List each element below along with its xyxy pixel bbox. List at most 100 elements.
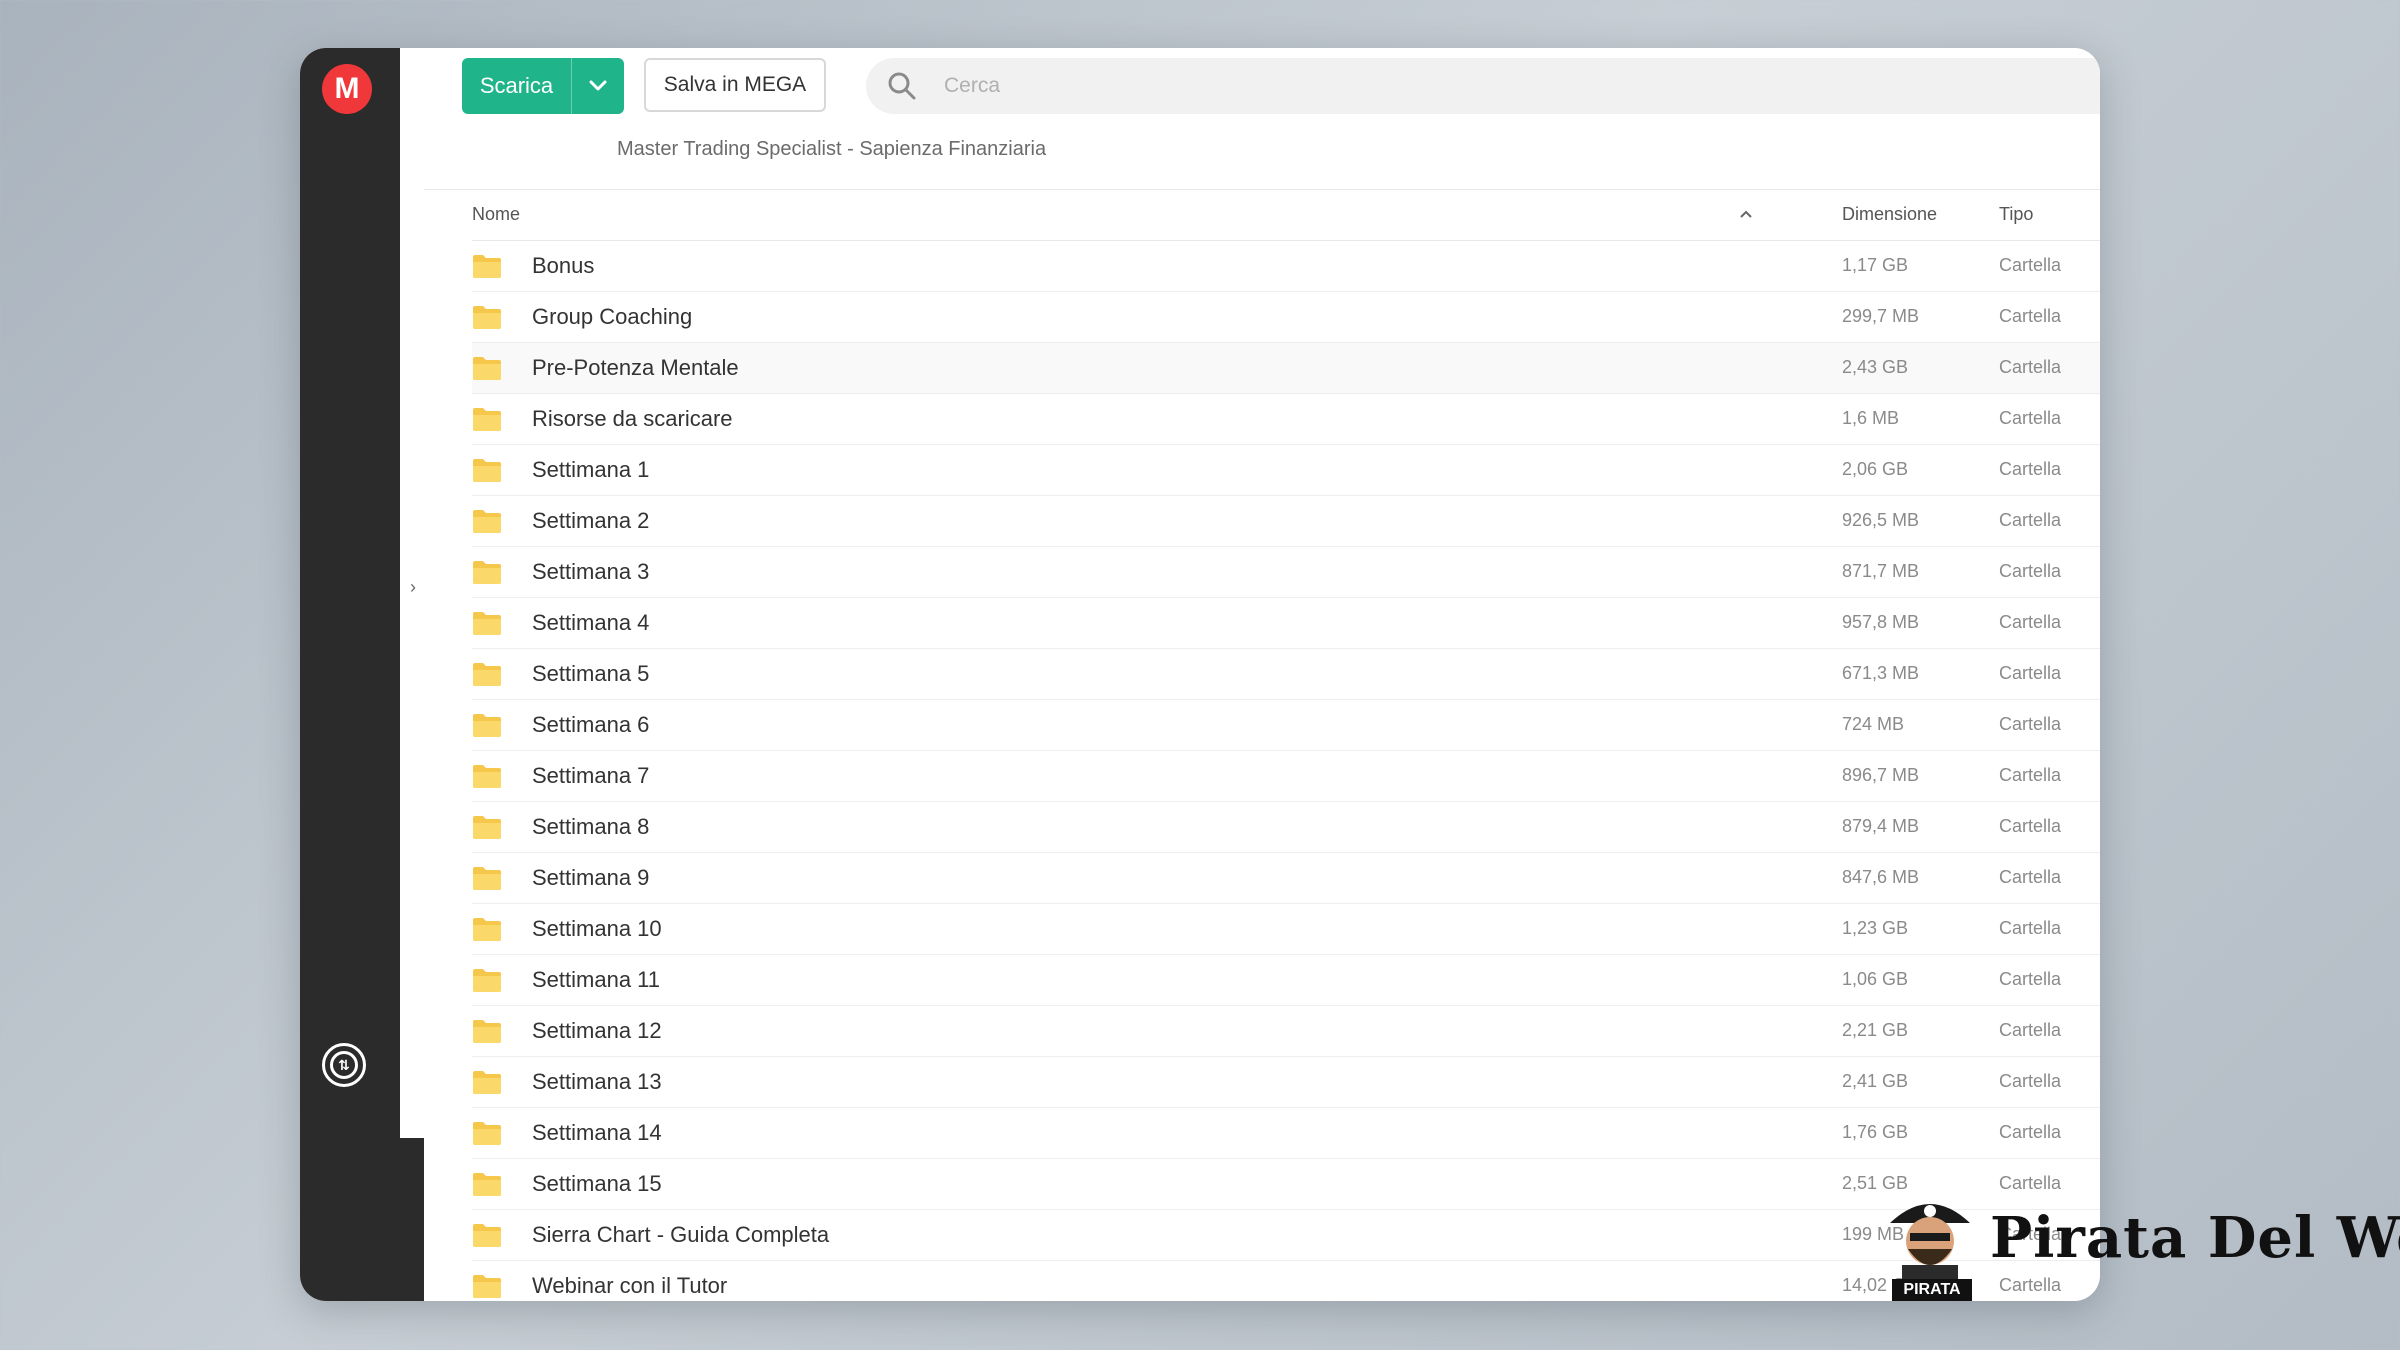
file-name[interactable]: Sierra Chart - Guida Completa bbox=[532, 1222, 829, 1248]
file-size: 896,7 MB bbox=[1842, 765, 1920, 785]
pirata-badge: PIRATA bbox=[1892, 1279, 1972, 1301]
file-size: 724 MB bbox=[1842, 714, 1905, 734]
folder-icon bbox=[473, 408, 501, 431]
file-size: 2,43 GB bbox=[1842, 357, 1909, 377]
table-row[interactable]: Settimana 12 2,21 GB Cartella bbox=[472, 1006, 2100, 1057]
folder-icon bbox=[473, 867, 501, 890]
folder-icon bbox=[473, 612, 501, 635]
file-type: Cartella bbox=[1999, 765, 2062, 785]
table-row[interactable]: Settimana 10 1,23 GB Cartella bbox=[472, 904, 2100, 955]
main-panel: Scarica Salva in MEGA Master Trading Spe… bbox=[424, 48, 2100, 1301]
table-row[interactable]: Settimana 8 879,4 MB Cartella bbox=[472, 802, 2100, 853]
file-name[interactable]: Settimana 6 bbox=[532, 712, 649, 738]
table-row[interactable]: Settimana 9 847,6 MB Cartella bbox=[472, 853, 2100, 904]
chevron-down-icon bbox=[589, 80, 607, 91]
folder-icon bbox=[473, 1275, 501, 1298]
save-to-mega-button[interactable]: Salva in MEGA bbox=[644, 58, 826, 112]
table-row[interactable]: Settimana 3 871,7 MB Cartella bbox=[472, 547, 2100, 598]
file-name[interactable]: Settimana 5 bbox=[532, 661, 649, 687]
folder-icon bbox=[473, 510, 501, 533]
folder-icon bbox=[473, 255, 501, 278]
file-size: 2,06 GB bbox=[1842, 459, 1909, 479]
file-name[interactable]: Group Coaching bbox=[532, 304, 692, 330]
folder-icon bbox=[473, 1224, 501, 1247]
file-size: 1,76 GB bbox=[1842, 1122, 1909, 1142]
file-type: Cartella bbox=[1999, 663, 2062, 683]
column-header-size[interactable]: Dimensione bbox=[1842, 204, 1937, 225]
table-row[interactable]: Webinar con il Tutor 14,02 GB Cartella bbox=[472, 1261, 2100, 1301]
file-name[interactable]: Settimana 8 bbox=[532, 814, 649, 840]
table-row[interactable]: Settimana 11 1,06 GB Cartella bbox=[472, 955, 2100, 1006]
file-type: Cartella bbox=[1999, 612, 2062, 632]
file-type: Cartella bbox=[1999, 459, 2062, 479]
file-name[interactable]: Settimana 3 bbox=[532, 559, 649, 585]
file-type: Cartella bbox=[1999, 816, 2062, 836]
file-type: Cartella bbox=[1999, 969, 2062, 989]
file-name[interactable]: Settimana 9 bbox=[532, 865, 649, 891]
table-row[interactable]: Settimana 1 2,06 GB Cartella bbox=[472, 445, 2100, 496]
transfer-manager-icon[interactable]: ⇅ bbox=[322, 1043, 366, 1087]
file-name[interactable]: Risorse da scaricare bbox=[532, 406, 733, 432]
file-name[interactable]: Settimana 2 bbox=[532, 508, 649, 534]
folder-icon bbox=[473, 918, 501, 941]
file-name[interactable]: Webinar con il Tutor bbox=[532, 1273, 727, 1299]
table-header: Nome Dimensione Tipo bbox=[472, 190, 2100, 241]
folder-icon bbox=[473, 714, 501, 737]
table-row[interactable]: Settimana 2 926,5 MB Cartella bbox=[472, 496, 2100, 547]
search-input[interactable] bbox=[942, 73, 1546, 99]
file-type: Cartella bbox=[1999, 357, 2062, 377]
download-button[interactable]: Scarica bbox=[462, 58, 624, 114]
column-header-name[interactable]: Nome bbox=[472, 204, 520, 225]
file-size: 847,6 MB bbox=[1842, 867, 1920, 887]
table-row[interactable]: Settimana 7 896,7 MB Cartella bbox=[472, 751, 2100, 802]
table-row[interactable]: Settimana 13 2,41 GB Cartella bbox=[472, 1057, 2100, 1108]
sort-ascending-icon[interactable] bbox=[1738, 206, 1754, 222]
file-name[interactable]: Settimana 7 bbox=[532, 763, 649, 789]
search-bar[interactable] bbox=[866, 58, 2100, 114]
file-name[interactable]: Settimana 15 bbox=[532, 1171, 662, 1197]
file-size: 879,4 MB bbox=[1842, 816, 1920, 836]
pirata-del-web-watermark: PIRATA Pirata Del Web bbox=[1880, 1185, 2400, 1305]
table-row[interactable]: Pre-Potenza Mentale 2,43 GB Cartella bbox=[472, 343, 2100, 394]
file-name[interactable]: Settimana 10 bbox=[532, 916, 662, 942]
folder-icon bbox=[473, 1020, 501, 1043]
table-row[interactable]: Settimana 6 724 MB Cartella bbox=[472, 700, 2100, 751]
table-row[interactable]: Settimana 14 1,76 GB Cartella bbox=[472, 1108, 2100, 1159]
column-header-type[interactable]: Tipo bbox=[1999, 204, 2033, 225]
collapse-sidebar-handle[interactable]: › bbox=[402, 572, 424, 602]
file-name[interactable]: Settimana 14 bbox=[532, 1120, 662, 1146]
file-name[interactable]: Settimana 11 bbox=[532, 967, 660, 993]
file-size: 299,7 MB bbox=[1842, 306, 1920, 326]
table-row[interactable]: Settimana 15 2,51 GB Cartella bbox=[472, 1159, 2100, 1210]
file-size: 2,21 GB bbox=[1842, 1020, 1909, 1040]
file-table: Nome Dimensione Tipo Bonus 1,17 GB Cartell… bbox=[472, 190, 2100, 1301]
file-size: 2,41 GB bbox=[1842, 1071, 1909, 1091]
file-type: Cartella bbox=[1999, 1071, 2062, 1091]
file-name[interactable]: Settimana 4 bbox=[532, 610, 649, 636]
mega-logo[interactable]: M bbox=[322, 64, 372, 114]
file-type: Cartella bbox=[1999, 1122, 2062, 1142]
table-row[interactable]: Settimana 5 671,3 MB Cartella bbox=[472, 649, 2100, 700]
file-name[interactable]: Settimana 1 bbox=[532, 457, 649, 483]
file-type: Cartella bbox=[1999, 1020, 2062, 1040]
folder-icon bbox=[473, 357, 501, 380]
file-list: Bonus 1,17 GB Cartella Group Coaching 299,7 … bbox=[472, 241, 2100, 1301]
table-row[interactable]: Group Coaching 299,7 MB Cartella bbox=[472, 292, 2100, 343]
file-name[interactable]: Settimana 13 bbox=[532, 1069, 662, 1095]
file-name[interactable]: Pre-Potenza Mentale bbox=[532, 355, 739, 381]
folder-icon bbox=[473, 816, 501, 839]
file-size: 871,7 MB bbox=[1842, 561, 1920, 581]
table-row[interactable]: Sierra Chart - Guida Completa 199 MB Carte… bbox=[472, 1210, 2100, 1261]
download-dropdown-toggle[interactable] bbox=[571, 58, 624, 114]
file-size: 1,06 GB bbox=[1842, 969, 1909, 989]
folder-icon bbox=[473, 306, 501, 329]
table-row[interactable]: Settimana 4 957,8 MB Cartella bbox=[472, 598, 2100, 649]
file-name[interactable]: Settimana 12 bbox=[532, 1018, 662, 1044]
file-name[interactable]: Bonus bbox=[532, 253, 594, 279]
transfer-arrows-icon: ⇅ bbox=[330, 1051, 358, 1079]
file-type: Cartella bbox=[1999, 867, 2062, 887]
download-button-label[interactable]: Scarica bbox=[462, 58, 571, 114]
table-row[interactable]: Bonus 1,17 GB Cartella bbox=[472, 241, 2100, 292]
file-size: 1,17 GB bbox=[1842, 255, 1909, 275]
table-row[interactable]: Risorse da scaricare 1,6 MB Cartella bbox=[472, 394, 2100, 445]
